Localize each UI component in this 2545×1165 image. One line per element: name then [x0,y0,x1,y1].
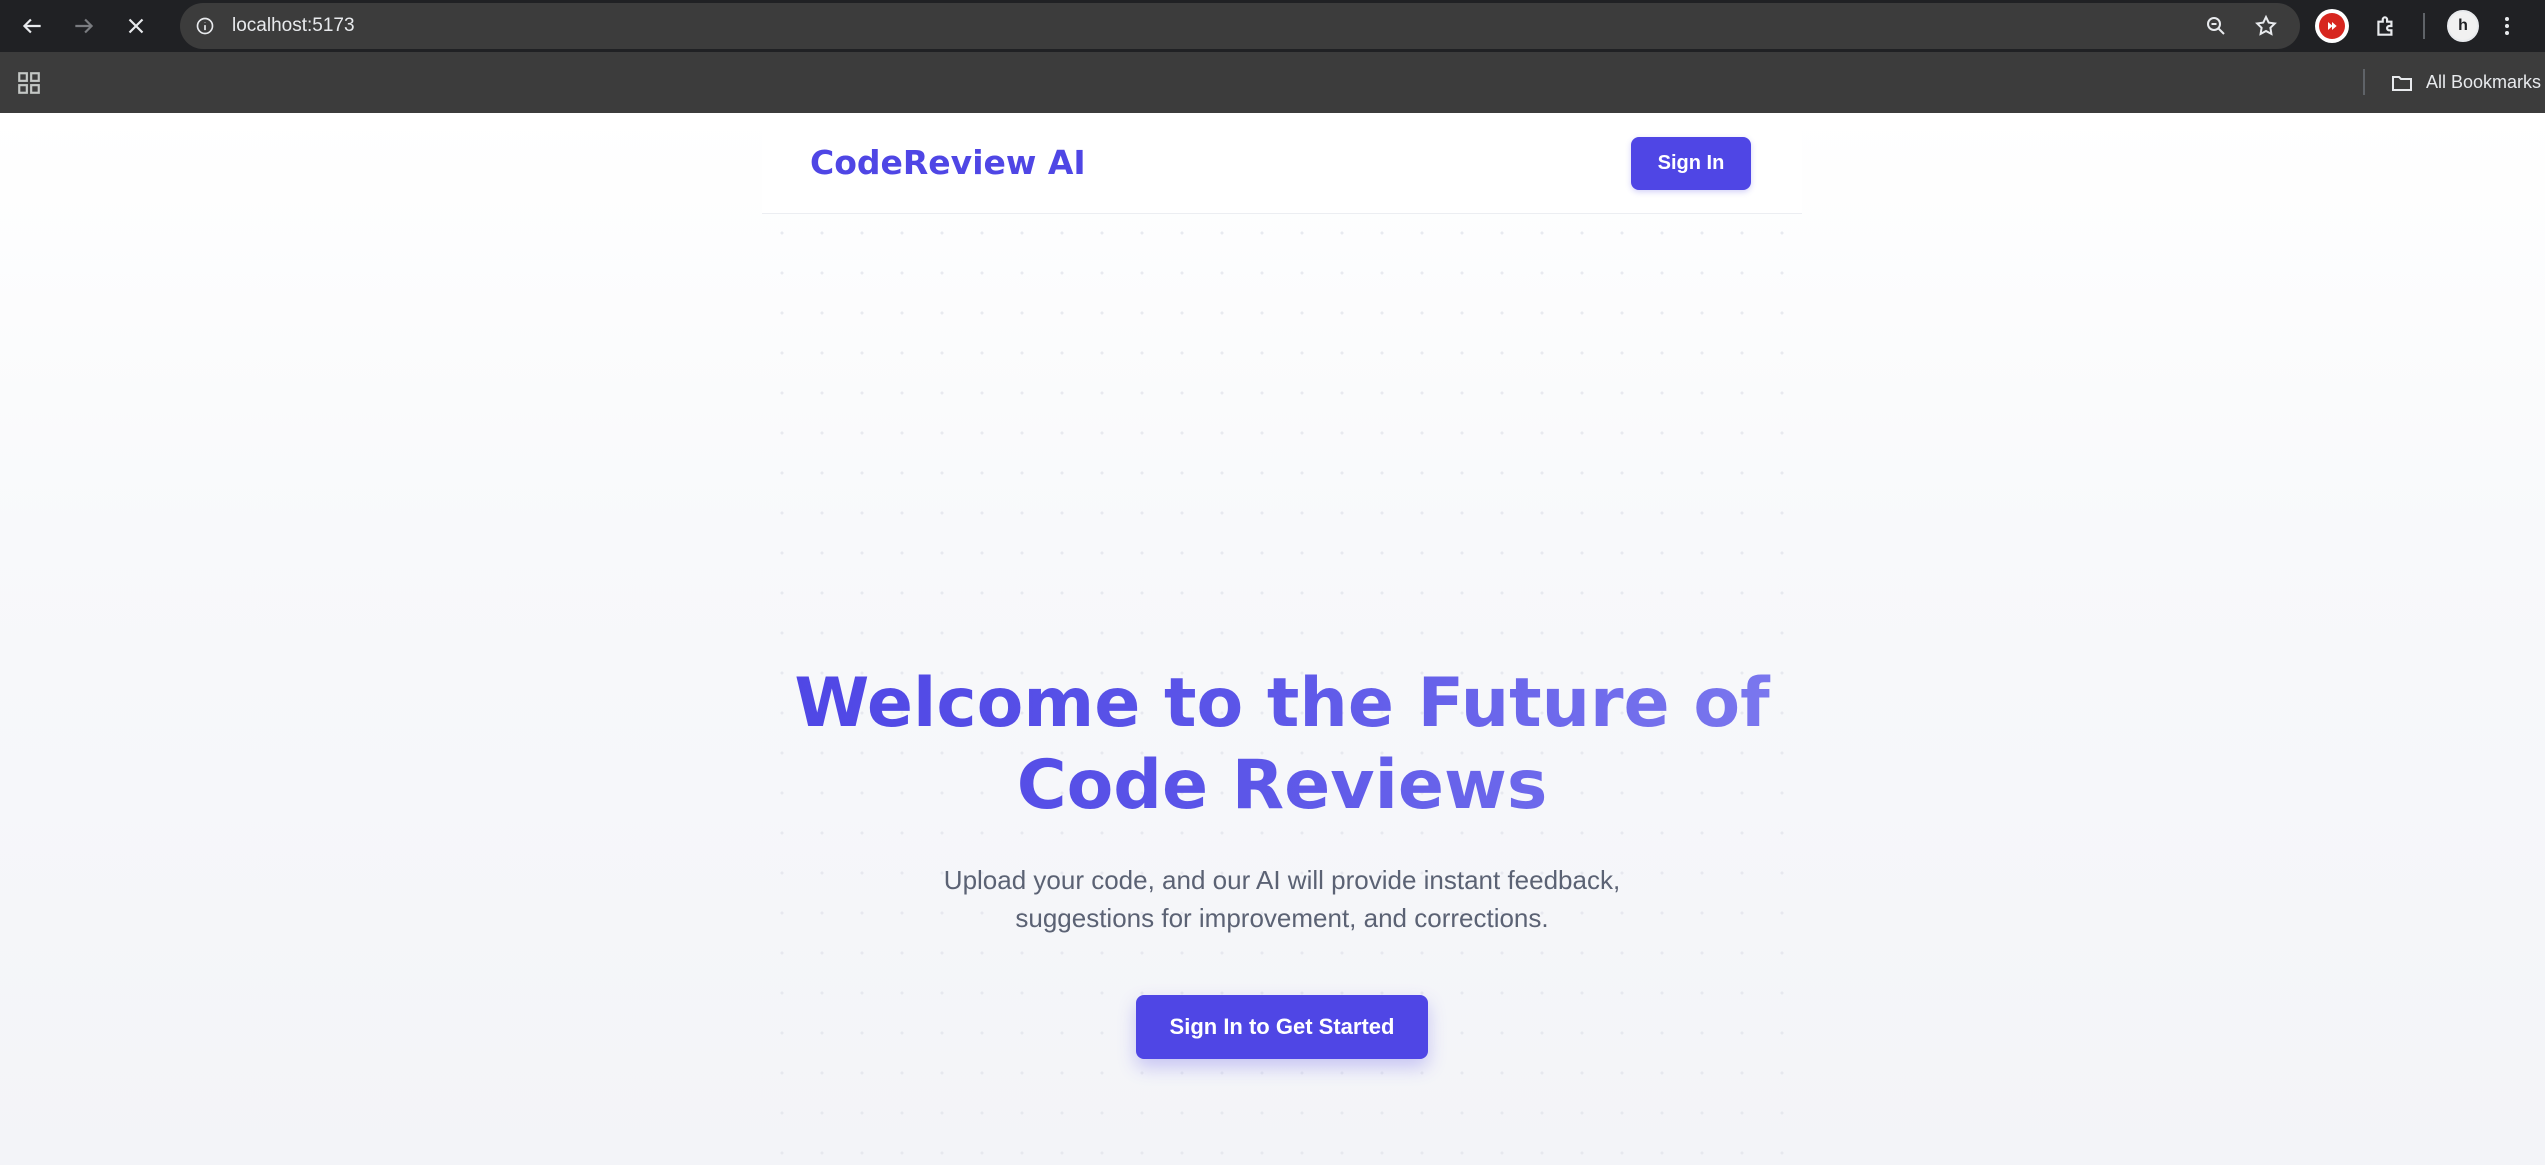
hero-section: Welcome to the Future of Code Reviews Up… [762,663,1802,1059]
hero-subtitle-line2: suggestions for improvement, and correct… [1015,903,1549,933]
back-button[interactable] [6,0,58,52]
hero-title-line1: Welcome to the Future of [794,664,1770,743]
all-bookmarks-label: All Bookmarks [2426,72,2542,92]
hero-title: Welcome to the Future of Code Reviews [762,663,1802,827]
hero-subtitle-line1: Upload your code, and our AI will provid… [943,865,1621,895]
puzzle-icon[interactable] [2371,11,2401,41]
close-icon [128,18,144,34]
bookmarks-divider [2363,69,2365,95]
bookmarks-bar: All Bookmarks [0,52,2545,113]
apps-grid-icon[interactable] [16,70,42,96]
hero-title-line2: Code Reviews [1016,746,1548,825]
arrow-left-icon [22,18,41,34]
extension-youtube-icon[interactable] [2315,9,2349,43]
address-bar[interactable]: localhost:5173 [180,3,2300,49]
url-text[interactable]: localhost:5173 [232,15,355,37]
site-header: CodeReview AI Sign In [762,113,1802,214]
star-icon[interactable] [2254,14,2278,38]
sign-in-button[interactable]: Sign In [1631,137,1751,190]
all-bookmarks-button[interactable]: All Bookmarks [2390,52,2541,113]
browser-toolbar: localhost:5173 h [0,0,2545,52]
info-icon[interactable] [194,15,216,37]
folder-icon [2392,75,2412,91]
stop-button[interactable] [110,0,162,52]
brand-logo[interactable]: CodeReview AI [810,143,1086,182]
arrow-right-icon [75,18,94,34]
toolbar-divider [2423,13,2425,39]
hero-subtitle: Upload your code, and our AI will provid… [922,861,1642,937]
zoom-icon[interactable] [2204,14,2228,38]
forward-button[interactable] [58,0,110,52]
kebab-icon[interactable] [2497,11,2517,41]
get-started-button[interactable]: Sign In to Get Started [1136,995,1428,1059]
profile-avatar[interactable]: h [2447,10,2479,42]
page-content: CodeReview AI Sign In Welcome to the Fut… [0,113,2545,1165]
